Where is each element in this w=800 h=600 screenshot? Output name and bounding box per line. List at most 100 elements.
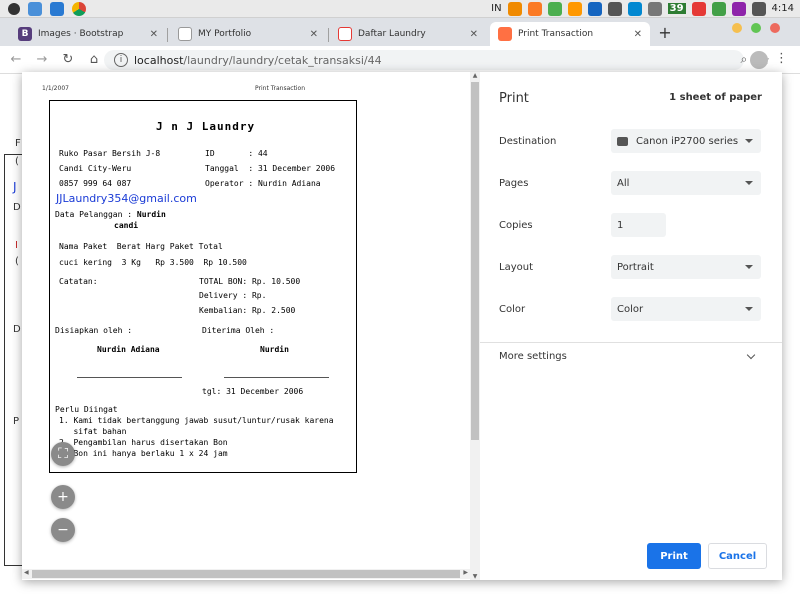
receipt-phone: 0857 999 64 087 bbox=[59, 179, 132, 188]
notification-badge[interactable]: 39 bbox=[667, 3, 686, 14]
maximize-button[interactable] bbox=[751, 23, 761, 33]
color-select[interactable]: Color bbox=[611, 297, 761, 321]
clock[interactable]: 4:14 bbox=[772, 3, 794, 14]
print-title: Print bbox=[499, 91, 529, 106]
divider bbox=[480, 342, 782, 343]
reminder-item: 2. Pengambilan harus disertakan Bon bbox=[59, 438, 228, 447]
copies-label: Copies bbox=[499, 220, 533, 231]
tab-my-portfolio[interactable]: MY Portfolio ✕ bbox=[170, 22, 326, 46]
page-header-date: 1/1/2007 bbox=[42, 85, 69, 92]
minimize-button[interactable] bbox=[732, 23, 742, 33]
cancel-button[interactable]: Cancel bbox=[708, 543, 767, 569]
close-tab-icon[interactable]: ✕ bbox=[634, 29, 642, 40]
scroll-right-arrow[interactable]: ▶ bbox=[463, 569, 468, 576]
tray-icon[interactable] bbox=[547, 1, 562, 16]
tray-icon[interactable] bbox=[587, 1, 602, 16]
tray-icon[interactable] bbox=[647, 1, 662, 16]
fit-to-page-button[interactable]: ⛶ bbox=[51, 442, 75, 466]
print-button[interactable]: Print bbox=[647, 543, 701, 569]
vertical-scrollbar[interactable]: ▲ ▼ bbox=[470, 72, 480, 580]
more-settings-toggle[interactable]: More settings bbox=[499, 351, 567, 362]
received-label: Diterima Oleh : bbox=[202, 326, 275, 335]
close-tab-icon[interactable]: ✕ bbox=[470, 29, 478, 40]
tab-title: Print Transaction bbox=[518, 29, 594, 39]
apple-icon[interactable] bbox=[8, 2, 20, 15]
tab-title: MY Portfolio bbox=[198, 29, 252, 39]
scroll-up-arrow[interactable]: ▲ bbox=[470, 72, 480, 79]
bootstrap-icon: B bbox=[18, 27, 32, 41]
change-line: Kembalian: Rp. 2.500 bbox=[199, 306, 296, 315]
background-text: F bbox=[15, 138, 21, 149]
reload-icon[interactable]: ↻ bbox=[58, 52, 78, 67]
vlc-icon[interactable] bbox=[507, 1, 522, 16]
url-field[interactable]: i localhost/laundry/laundry/cetak_transa… bbox=[104, 50, 744, 70]
receipt-id: ID : 44 bbox=[205, 149, 268, 158]
xampp-icon[interactable] bbox=[527, 1, 542, 16]
print-dialog: 1/1/2007 Print Transaction J n J Laundry… bbox=[22, 72, 782, 580]
zoom-out-button[interactable]: − bbox=[51, 518, 75, 542]
tray-icon[interactable] bbox=[567, 1, 582, 16]
layout-select[interactable]: Portrait bbox=[611, 255, 761, 279]
chevron-down-icon bbox=[745, 139, 753, 143]
print-preview[interactable]: 1/1/2007 Print Transaction J n J Laundry… bbox=[22, 72, 480, 580]
tray-icon[interactable] bbox=[731, 1, 746, 16]
volume-icon[interactable] bbox=[751, 1, 766, 16]
scroll-left-arrow[interactable]: ◀ bbox=[24, 569, 29, 576]
avatar[interactable] bbox=[750, 51, 768, 69]
tray-icon[interactable] bbox=[691, 1, 706, 16]
finder-icon[interactable] bbox=[28, 1, 42, 16]
background-text: D bbox=[13, 324, 21, 335]
background-text: I bbox=[15, 240, 18, 251]
back-arrow-icon[interactable]: ← bbox=[6, 52, 26, 67]
tray-icon[interactable] bbox=[711, 1, 726, 16]
scroll-down-arrow[interactable]: ▼ bbox=[470, 573, 480, 580]
reminder-item: 1. Kami tidak bertanggung jawab susut/lu… bbox=[59, 416, 334, 425]
close-tab-icon[interactable]: ✕ bbox=[310, 29, 318, 40]
tray-icon[interactable] bbox=[607, 1, 622, 16]
receipt-date: Tanggal : 31 December 2006 bbox=[205, 164, 336, 173]
background-text: D bbox=[13, 202, 21, 213]
receipt-address2: Candi City-Weru bbox=[59, 164, 132, 173]
pages-select[interactable]: All bbox=[611, 171, 761, 195]
tray-icon[interactable] bbox=[627, 1, 642, 16]
delivery-line: Delivery : Rp. bbox=[199, 291, 267, 300]
background-text: J bbox=[13, 180, 17, 194]
zoom-in-button[interactable]: + bbox=[51, 485, 75, 509]
tab-title: Daftar Laundry bbox=[358, 29, 426, 39]
vscode-icon[interactable] bbox=[50, 1, 64, 16]
receipt-email: JJLaundry354@gmail.com bbox=[56, 192, 197, 205]
scrollbar-thumb[interactable] bbox=[471, 82, 479, 440]
receipt-operator: Operator : Nurdin Adiana bbox=[205, 179, 321, 188]
tab-daftar-laundry[interactable]: Daftar Laundry ✕ bbox=[330, 22, 486, 46]
receipt-title: J n J Laundry bbox=[156, 120, 256, 133]
zoom-icon[interactable]: ⌕ bbox=[741, 52, 748, 67]
scrollbar-thumb[interactable] bbox=[32, 570, 460, 578]
reminder-item: 3. Bon ini hanya berlaku 1 x 24 jam bbox=[59, 449, 228, 458]
printer-icon bbox=[617, 136, 628, 146]
chevron-down-icon[interactable] bbox=[746, 350, 756, 360]
tab-title: Images · Bootstrap bbox=[38, 29, 124, 39]
customer-label-text: Data Pelanggan : bbox=[55, 210, 137, 219]
address-bar: ← → ↻ ⌂ i localhost/laundry/laundry/ceta… bbox=[0, 46, 800, 74]
copies-input[interactable]: 1 bbox=[611, 213, 666, 237]
reminder-item: sifat bahan bbox=[59, 427, 127, 436]
forward-arrow-icon[interactable]: → bbox=[32, 52, 52, 67]
tab-print-transaction[interactable]: Print Transaction ✕ bbox=[490, 22, 650, 46]
chrome-icon[interactable] bbox=[72, 1, 86, 16]
pages-label: Pages bbox=[499, 178, 529, 189]
close-window-button[interactable] bbox=[770, 23, 780, 33]
tab-images-bootstrap[interactable]: B Images · Bootstrap ✕ bbox=[10, 22, 166, 46]
info-icon[interactable]: i bbox=[114, 53, 128, 67]
color-label: Color bbox=[499, 304, 526, 315]
chevron-down-icon bbox=[745, 265, 753, 269]
new-tab-button[interactable]: + bbox=[655, 22, 675, 42]
destination-select[interactable]: Canon iP2700 series bbox=[611, 129, 761, 153]
copies-value: 1 bbox=[617, 219, 624, 231]
home-icon[interactable]: ⌂ bbox=[84, 52, 104, 67]
menu-icon[interactable]: ⋮ bbox=[775, 51, 788, 66]
background-text: ( bbox=[15, 156, 19, 167]
close-tab-icon[interactable]: ✕ bbox=[150, 29, 158, 40]
horizontal-scrollbar[interactable]: ◀ ▶ bbox=[22, 569, 470, 579]
input-language-indicator[interactable]: IN bbox=[491, 3, 501, 14]
xampp-icon bbox=[498, 27, 512, 41]
